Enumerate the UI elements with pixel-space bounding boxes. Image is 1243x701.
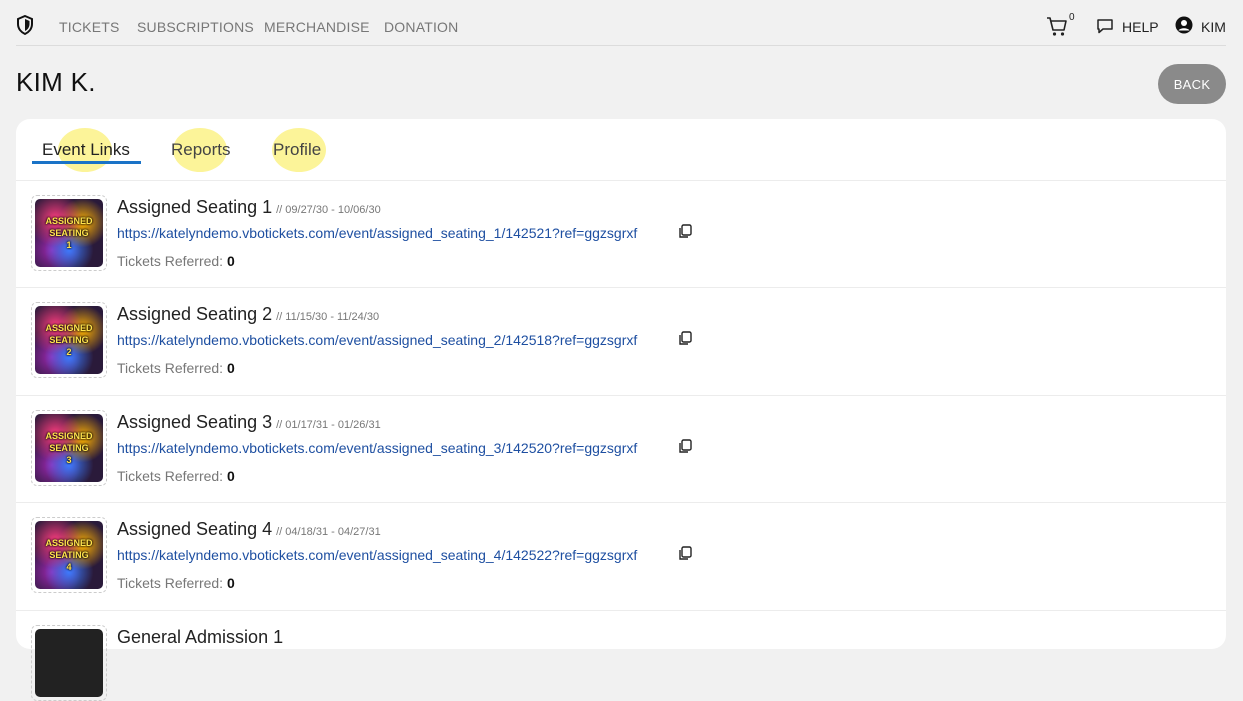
help-link[interactable]: HELP — [1122, 19, 1159, 35]
event-image: ASSIGNED SEATING 2 — [35, 306, 103, 374]
cart-count-badge: 0 — [1069, 12, 1075, 23]
user-menu-link[interactable]: KIM — [1201, 19, 1226, 35]
active-tab-indicator — [32, 161, 141, 164]
cart-icon[interactable] — [1046, 15, 1068, 37]
event-row: ASSIGNED SEATING 1 Assigned Seating 1// 09… — [16, 181, 1226, 288]
tab-reports[interactable]: Reports — [161, 139, 241, 164]
top-nav: TICKETS SUBSCRIPTIONS MERCHANDISE DONATI… — [16, 0, 1226, 46]
nav-subscriptions[interactable]: SUBSCRIPTIONS — [137, 19, 254, 35]
event-link[interactable]: https://katelyndemo.vbotickets.com/event… — [117, 440, 637, 456]
event-title: Assigned Seating 4// 04/18/31 - 04/27/31 — [117, 519, 381, 539]
nav-merchandise[interactable]: MERCHANDISE — [264, 19, 370, 35]
tab-profile[interactable]: Profile — [263, 139, 331, 164]
event-title: General Admission 1 — [117, 627, 284, 647]
event-title: Assigned Seating 3// 01/17/31 - 01/26/31 — [117, 412, 381, 432]
event-thumbnail[interactable] — [31, 625, 107, 701]
nav-tickets[interactable]: TICKETS — [59, 19, 120, 35]
tab-bar: Event Links Reports Profile — [16, 119, 1226, 181]
tickets-referred: Tickets Referred: 0 — [117, 360, 235, 376]
event-dates: // 09/27/30 - 10/06/30 — [276, 204, 381, 216]
event-row: ASSIGNED SEATING 4 Assigned Seating 4// 04… — [16, 503, 1226, 611]
page-title: KIM K. — [16, 67, 96, 97]
nav-donation[interactable]: DONATION — [384, 19, 458, 35]
event-image: ASSIGNED SEATING 3 — [35, 414, 103, 482]
event-thumbnail[interactable]: ASSIGNED SEATING 3 — [31, 410, 107, 486]
event-title: Assigned Seating 2// 11/15/30 - 11/24/30 — [117, 304, 380, 324]
tickets-referred: Tickets Referred: 0 — [117, 575, 235, 591]
event-image: ASSIGNED SEATING 4 — [35, 521, 103, 589]
copy-icon[interactable] — [678, 546, 692, 561]
event-row: General Admission 1 — [16, 611, 1226, 701]
event-dates: // 01/17/31 - 01/26/31 — [276, 419, 381, 431]
back-button[interactable]: BACK — [1158, 64, 1226, 104]
event-link[interactable]: https://katelyndemo.vbotickets.com/event… — [117, 547, 637, 563]
event-thumbnail[interactable]: ASSIGNED SEATING 1 — [31, 195, 107, 271]
event-thumbnail[interactable]: ASSIGNED SEATING 2 — [31, 302, 107, 378]
copy-icon[interactable] — [678, 224, 692, 239]
user-icon[interactable] — [1175, 16, 1193, 34]
event-link[interactable]: https://katelyndemo.vbotickets.com/event… — [117, 225, 637, 241]
event-dates: // 04/18/31 - 04/27/31 — [276, 526, 381, 538]
event-title: Assigned Seating 1// 09/27/30 - 10/06/30 — [117, 197, 381, 217]
chat-bubble-icon[interactable] — [1096, 17, 1114, 35]
event-row: ASSIGNED SEATING 2 Assigned Seating 2// 11… — [16, 288, 1226, 396]
event-thumbnail[interactable]: ASSIGNED SEATING 4 — [31, 517, 107, 593]
event-image — [35, 629, 103, 697]
shield-icon[interactable] — [16, 15, 34, 35]
copy-icon[interactable] — [678, 331, 692, 346]
tickets-referred: Tickets Referred: 0 — [117, 253, 235, 269]
event-link[interactable]: https://katelyndemo.vbotickets.com/event… — [117, 332, 637, 348]
content-card: Event Links Reports Profile ASSIGNED SEAT… — [16, 119, 1226, 701]
copy-icon[interactable] — [678, 439, 692, 454]
event-dates: // 11/15/30 - 11/24/30 — [276, 311, 380, 323]
event-row: ASSIGNED SEATING 3 Assigned Seating 3// 01… — [16, 396, 1226, 503]
tickets-referred: Tickets Referred: 0 — [117, 468, 235, 484]
event-image: ASSIGNED SEATING 1 — [35, 199, 103, 267]
